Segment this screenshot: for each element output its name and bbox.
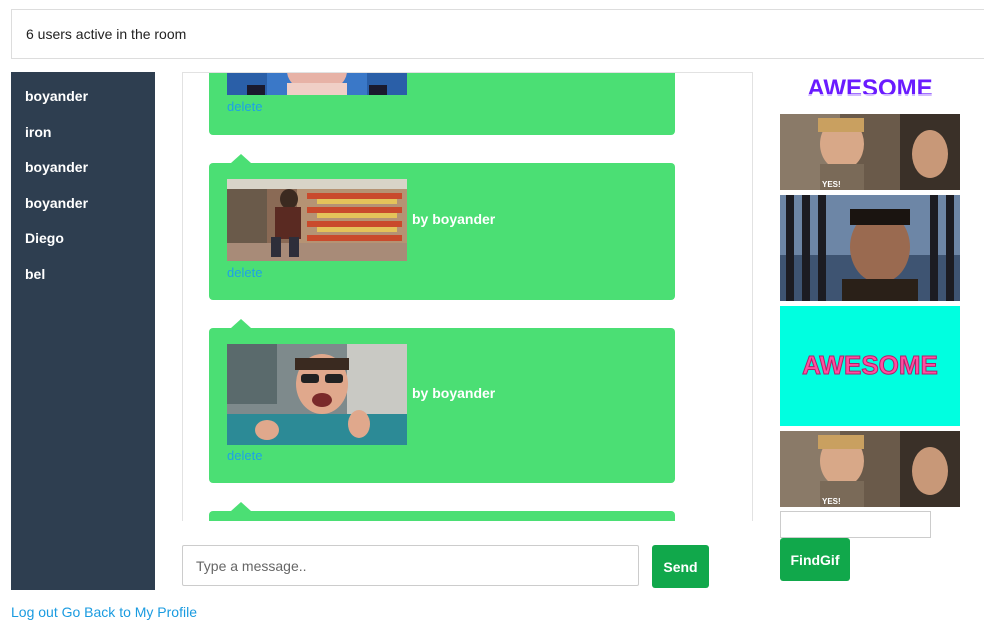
- message-input[interactable]: [182, 545, 639, 586]
- user-item: boyander: [25, 88, 89, 104]
- chat-message: by boyander delete: [209, 319, 675, 483]
- user-item: Diego: [25, 230, 64, 246]
- gif-caption: YES!: [822, 180, 841, 189]
- message-gif-image: [227, 179, 407, 261]
- chat-message: by boyander delete: [209, 154, 675, 300]
- findgif-button[interactable]: FindGif: [780, 538, 850, 581]
- logout-link[interactable]: Log out: [11, 604, 58, 620]
- yes-man-gif-icon[interactable]: YES!: [780, 431, 960, 507]
- delete-message-link[interactable]: delete: [227, 448, 262, 463]
- message-gif-image: [227, 344, 407, 445]
- message-gif-image: [227, 73, 407, 95]
- delete-message-link[interactable]: delete: [227, 265, 262, 280]
- gif-caption: YES!: [822, 497, 841, 506]
- user-item: boyander: [25, 159, 89, 175]
- active-users-text: 6 users active in the room: [26, 26, 187, 42]
- user-list-sidebar: boyander iron boyander boyander Diego be…: [11, 72, 155, 590]
- profile-link[interactable]: Go Back to My Profile: [62, 604, 197, 620]
- chat-message: delete: [209, 73, 675, 135]
- user-item: iron: [25, 123, 52, 140]
- chat-message-list[interactable]: delete by boyander delete by boyander de…: [182, 72, 753, 521]
- send-button[interactable]: Send: [652, 545, 709, 588]
- gif-search-input[interactable]: [780, 511, 931, 538]
- awesome-cyan-gif-icon[interactable]: AWESOME: [780, 306, 960, 426]
- user-item: bel: [25, 265, 46, 282]
- footer-links: Log out Go Back to My Profile: [11, 604, 197, 620]
- message-author: by boyander: [412, 385, 496, 401]
- message-author: by boyander: [412, 211, 496, 227]
- yes-man-gif-icon[interactable]: YES!: [780, 114, 960, 190]
- gif-caption: AWESOME: [802, 350, 938, 380]
- room-status-bar: 6 users active in the room: [11, 9, 984, 59]
- chat-message: [209, 502, 675, 521]
- app-root: 6 users active in the room boyander iron…: [0, 0, 984, 632]
- man-balcony-gif-icon[interactable]: [780, 195, 960, 301]
- awesome-text-gif-icon[interactable]: AWESOME: [780, 72, 960, 110]
- delete-message-link[interactable]: delete: [227, 99, 262, 114]
- user-item: boyander: [25, 194, 89, 211]
